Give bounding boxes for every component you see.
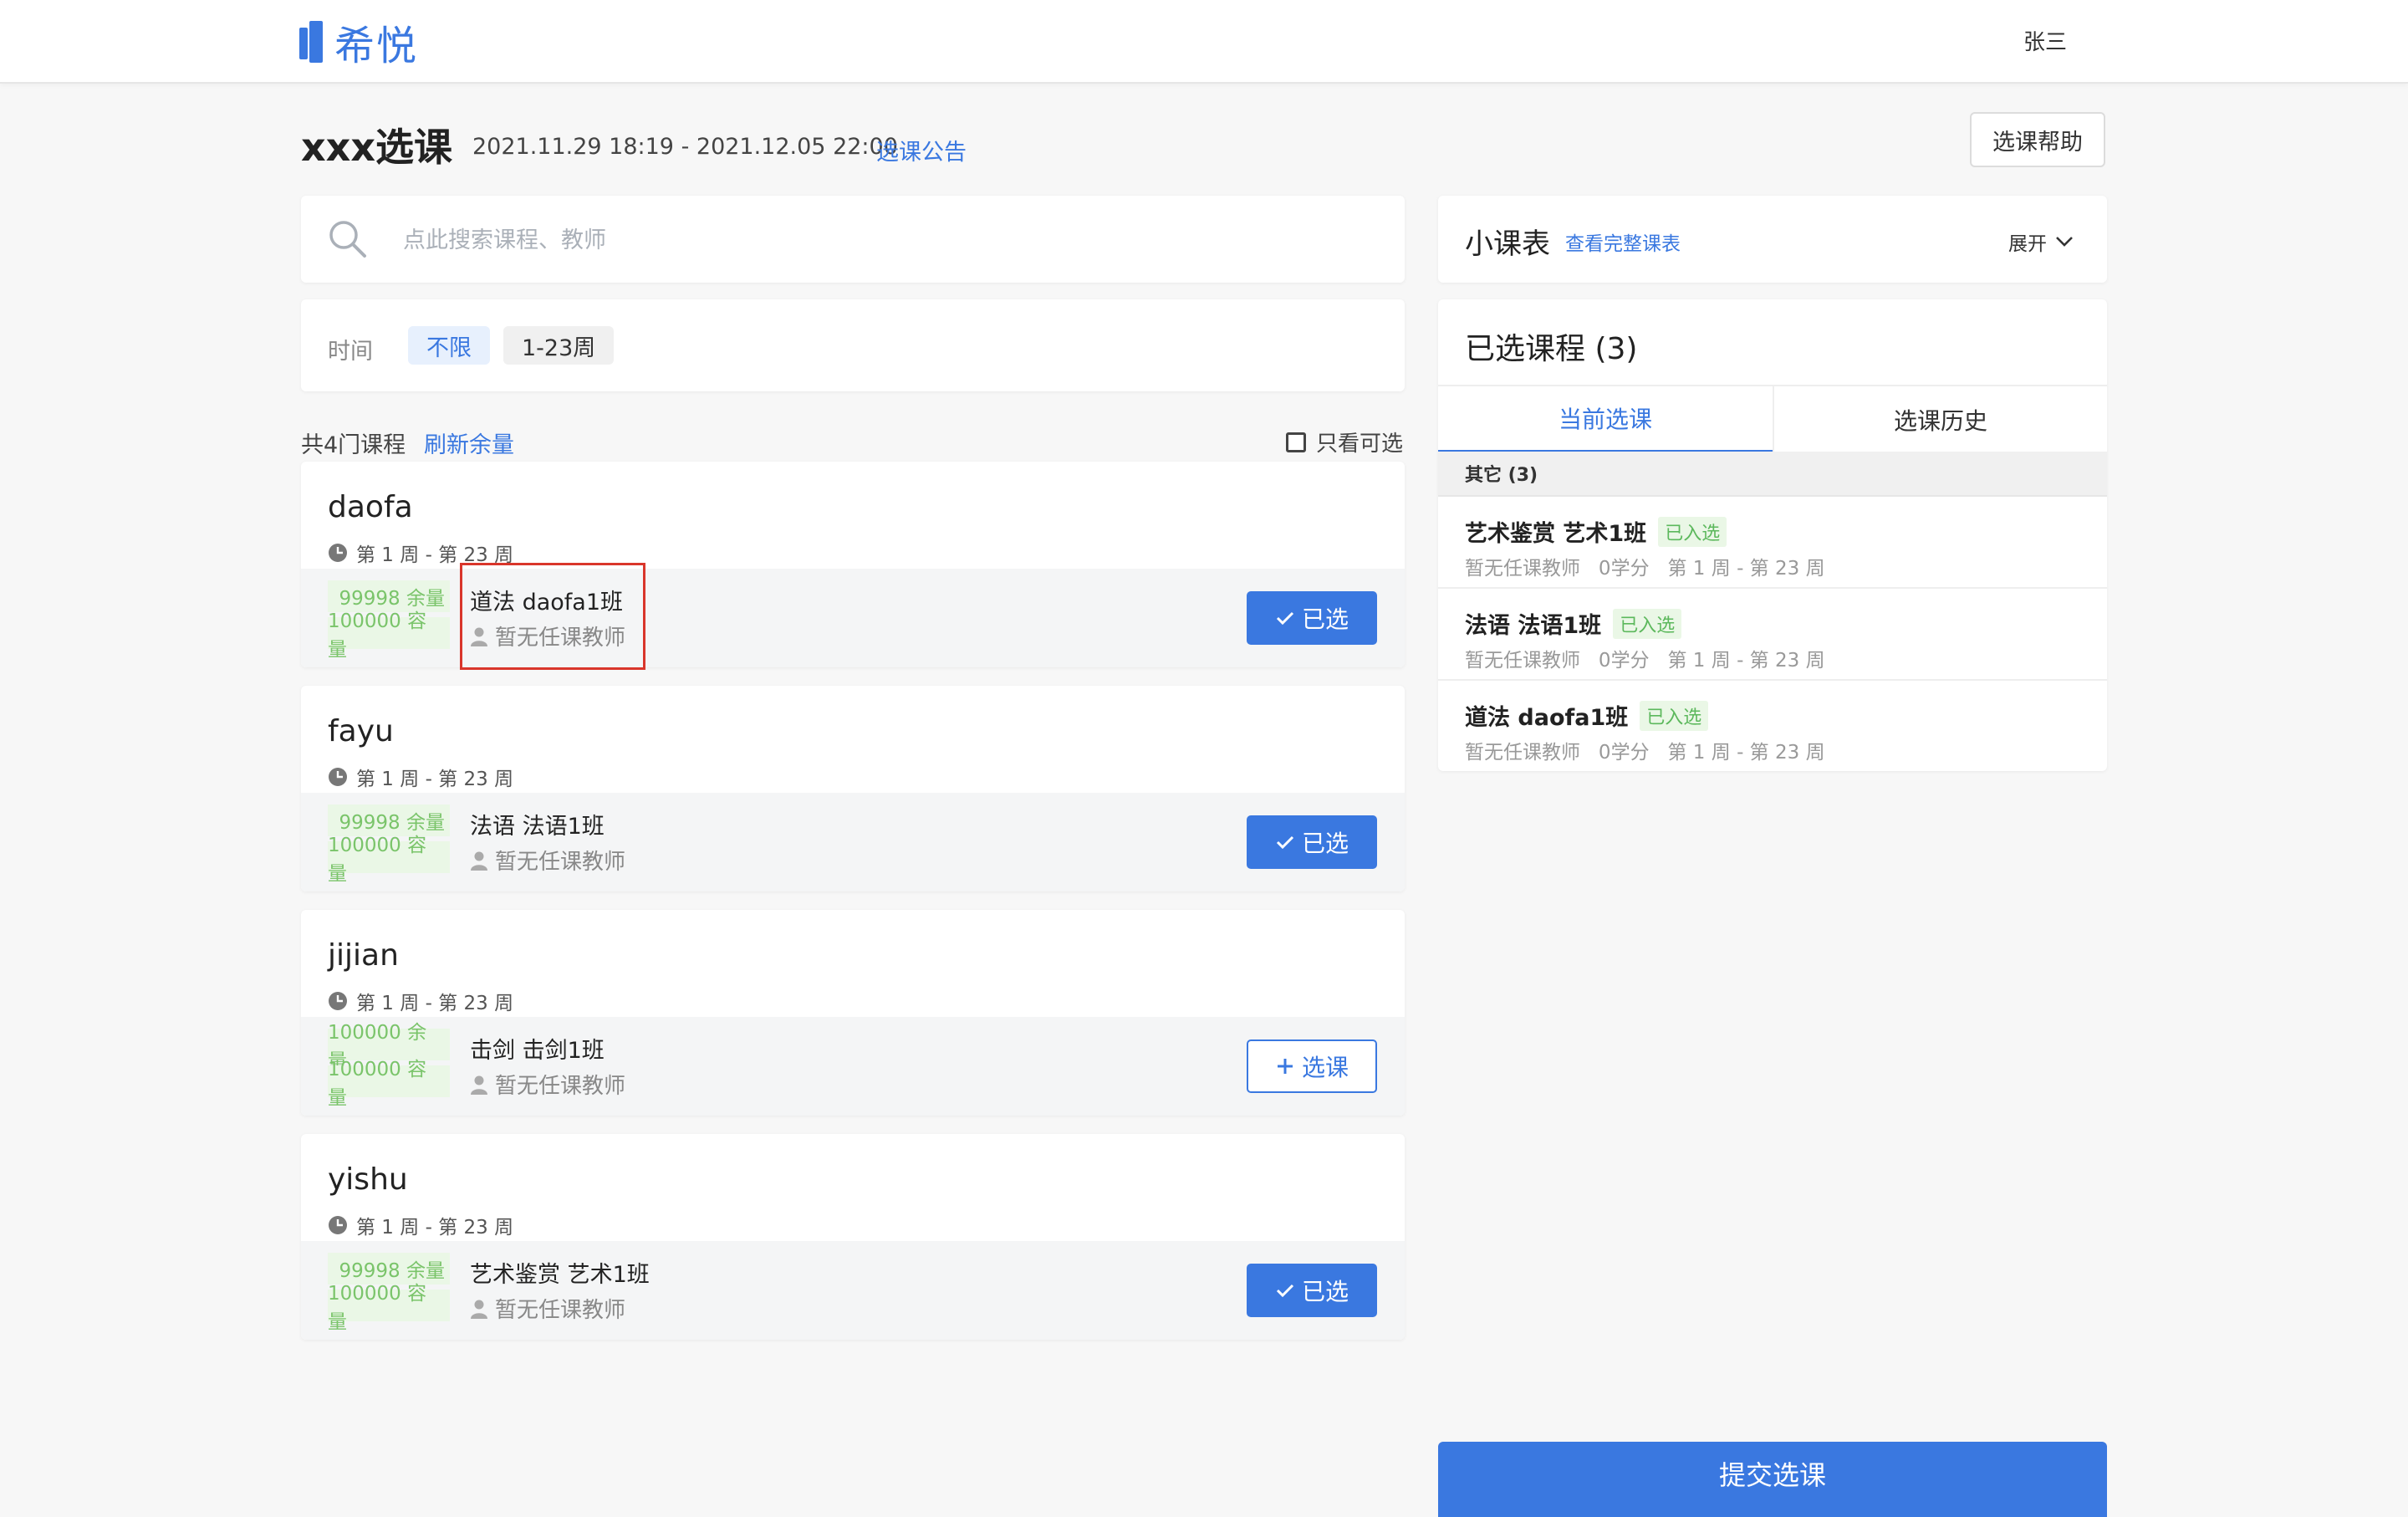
person-icon bbox=[471, 1300, 487, 1319]
enrolled-tag: 已入选 bbox=[1658, 516, 1727, 547]
course-card-jijian: jijian 第 1 周 - 第 23 周 100000 余量 100000 容… bbox=[301, 910, 1405, 1116]
selected-item-name: 法语 法语1班 bbox=[1465, 613, 1602, 639]
teacher: 暂无任课教师 bbox=[470, 1293, 625, 1324]
class-name[interactable]: 击剑 击剑1班 bbox=[470, 1032, 605, 1065]
capacity-badge: 100000 容量 bbox=[328, 610, 450, 661]
check-icon bbox=[1276, 611, 1294, 626]
selected-item-name: 道法 daofa1班 bbox=[1465, 705, 1629, 731]
search-input[interactable] bbox=[401, 217, 1366, 263]
enrolled-tag: 已入选 bbox=[1640, 700, 1709, 731]
tab-selection-history[interactable]: 选课历史 bbox=[1773, 386, 2107, 453]
selected-item[interactable]: 法语 法语1班 已入选 暂无任课教师 0学分 第 1 周 - 第 23 周 bbox=[1438, 589, 2107, 681]
only-available-toggle[interactable]: 只看可选 bbox=[1286, 426, 1403, 457]
course-card-yishu: yishu 第 1 周 - 第 23 周 99998 余量 100000 容量 … bbox=[301, 1134, 1405, 1340]
selected-button[interactable]: 已选 bbox=[1247, 591, 1377, 645]
plus-icon bbox=[1277, 1059, 1293, 1074]
course-name: fayu bbox=[328, 714, 394, 748]
selected-item-name: 艺术鉴赏 艺术1班 bbox=[1465, 521, 1647, 547]
group-header: 其它 (3) bbox=[1438, 452, 2107, 497]
mini-schedule-title: 小课表 bbox=[1465, 227, 1550, 261]
selected-button[interactable]: 已选 bbox=[1247, 1264, 1377, 1317]
date-range: 2021.11.29 18:19 - 2021.12.05 22:00 bbox=[472, 134, 898, 160]
filter-chip-unlimited[interactable]: 不限 bbox=[408, 326, 490, 365]
course-name: yishu bbox=[328, 1162, 408, 1197]
user-name[interactable]: 张三 bbox=[2023, 25, 2067, 56]
selected-item-meta: 暂无任课教师 0学分 第 1 周 - 第 23 周 bbox=[1465, 558, 1825, 580]
search-icon bbox=[329, 221, 366, 258]
selected-item-meta: 暂无任课教师 0学分 第 1 周 - 第 23 周 bbox=[1465, 742, 1825, 764]
selected-item[interactable]: 道法 daofa1班 已入选 暂无任课教师 0学分 第 1 周 - 第 23 周 bbox=[1438, 681, 2107, 773]
class-name[interactable]: 法语 法语1班 bbox=[470, 808, 605, 840]
selected-item[interactable]: 艺术鉴赏 艺术1班 已入选 暂无任课教师 0学分 第 1 周 - 第 23 周 bbox=[1438, 497, 2107, 589]
person-icon bbox=[471, 851, 487, 871]
page-title: xxx选课 bbox=[301, 125, 453, 170]
course-count: 共4门课程 bbox=[301, 432, 406, 458]
mini-schedule: 小课表 查看完整课表 展开 bbox=[1438, 196, 2107, 283]
selected-tabs: 当前选课 选课历史 bbox=[1438, 385, 2107, 453]
clock-icon bbox=[329, 768, 347, 786]
tab-current-selection[interactable]: 当前选课 bbox=[1438, 386, 1773, 453]
clock-icon bbox=[329, 544, 347, 562]
teacher: 暂无任课教师 bbox=[470, 845, 625, 876]
expand-toggle[interactable]: 展开 bbox=[2008, 227, 2074, 256]
course-name: daofa bbox=[328, 490, 413, 524]
search-bar bbox=[301, 196, 1405, 283]
logo[interactable]: 希悦 bbox=[299, 18, 418, 69]
only-available-checkbox[interactable] bbox=[1286, 432, 1306, 452]
class-section-row: 99998 余量 100000 容量 法语 法语1班 暂无任课教师 已选 bbox=[301, 793, 1405, 891]
logo-text: 希悦 bbox=[334, 23, 419, 69]
check-icon bbox=[1276, 1284, 1294, 1298]
notice-link[interactable]: 选课公告 bbox=[876, 134, 967, 166]
teacher: 暂无任课教师 bbox=[470, 1069, 625, 1100]
class-section-row: 100000 余量 100000 容量 击剑 击剑1班 暂无任课教师 选课 bbox=[301, 1017, 1405, 1116]
help-button[interactable]: 选课帮助 bbox=[1970, 112, 2105, 167]
clock-icon bbox=[329, 992, 347, 1010]
refresh-remaining-link[interactable]: 刷新余量 bbox=[424, 426, 514, 459]
clock-icon bbox=[329, 1216, 347, 1234]
submit-selection-button[interactable]: 提交选课 bbox=[1438, 1442, 2107, 1517]
filter-chip-weeks[interactable]: 1-23周 bbox=[503, 326, 615, 365]
check-icon bbox=[1276, 835, 1294, 850]
course-weeks: 第 1 周 - 第 23 周 bbox=[328, 1211, 513, 1239]
select-course-button[interactable]: 选课 bbox=[1247, 1039, 1377, 1093]
selected-item-meta: 暂无任课教师 0学分 第 1 周 - 第 23 周 bbox=[1465, 650, 1825, 672]
course-name: jijian bbox=[328, 938, 399, 973]
capacity-badge: 100000 容量 bbox=[328, 1283, 450, 1333]
class-section-row: 99998 余量 100000 容量 艺术鉴赏 艺术1班 暂无任课教师 已选 bbox=[301, 1241, 1405, 1340]
enrolled-tag: 已入选 bbox=[1613, 608, 1682, 639]
capacity-badge: 100000 容量 bbox=[328, 835, 450, 885]
only-available-label: 只看可选 bbox=[1316, 432, 1404, 457]
logo-icon bbox=[299, 21, 324, 63]
selected-button[interactable]: 已选 bbox=[1247, 815, 1377, 869]
class-name[interactable]: 艺术鉴赏 艺术1班 bbox=[470, 1256, 650, 1289]
filter-label: 时间 bbox=[328, 339, 373, 365]
course-weeks: 第 1 周 - 第 23 周 bbox=[328, 987, 513, 1015]
course-card-fayu: fayu 第 1 周 - 第 23 周 99998 余量 100000 容量 法… bbox=[301, 686, 1405, 891]
person-icon bbox=[471, 1075, 487, 1095]
highlight-box bbox=[460, 563, 645, 670]
capacity-badge: 100000 容量 bbox=[328, 1059, 450, 1109]
selected-courses-title: 已选课程 (3) bbox=[1465, 332, 1638, 366]
full-schedule-link[interactable]: 查看完整课表 bbox=[1565, 227, 1681, 256]
selected-courses-panel: 已选课程 (3) 当前选课 选课历史 其它 (3) 艺术鉴赏 艺术1班 已入选 … bbox=[1438, 299, 2107, 771]
course-weeks: 第 1 周 - 第 23 周 bbox=[328, 763, 513, 791]
chevron-down-icon bbox=[2056, 237, 2073, 247]
time-filter: 时间 不限 1-23周 bbox=[301, 299, 1405, 391]
top-bar: 希悦 张三 bbox=[0, 0, 2408, 84]
